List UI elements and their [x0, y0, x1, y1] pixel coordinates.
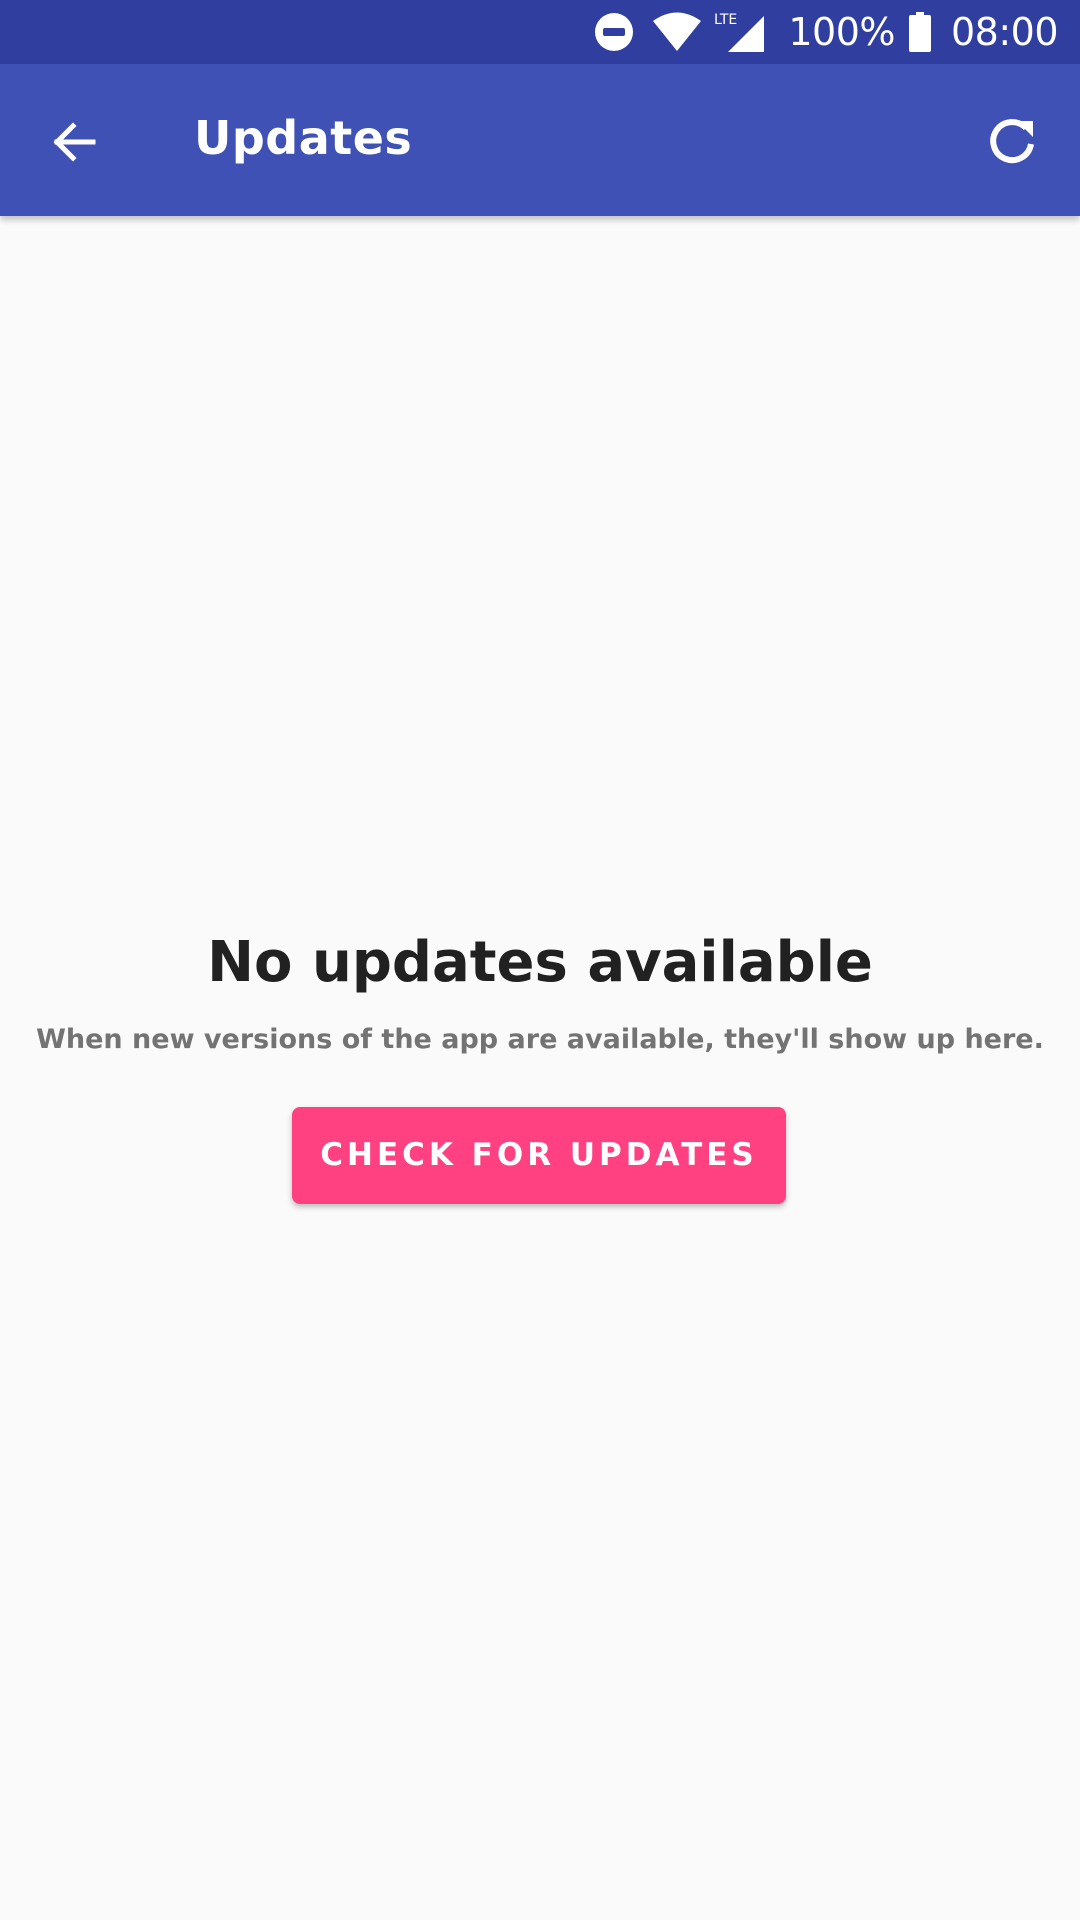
check-for-updates-button[interactable]: CHECK FOR UPDATES [292, 1107, 786, 1204]
page-title: Updates [194, 111, 413, 165]
battery-percent: 100% [788, 10, 895, 54]
arrow-back-icon [53, 122, 96, 162]
app-bar: Updates [0, 64, 1080, 216]
back-button[interactable] [36, 104, 112, 180]
status-icons: LTE 100% 08:00 [594, 0, 1059, 64]
empty-state: No updates available When new versions o… [0, 920, 1080, 1060]
refresh-button[interactable] [974, 102, 1050, 178]
clock: 08:00 [950, 10, 1059, 54]
lte-signal-icon: LTE [714, 12, 765, 52]
lte-label: LTE [714, 12, 737, 28]
do-not-disturb-icon [595, 13, 634, 51]
wifi-icon [653, 12, 702, 51]
battery-icon [908, 12, 931, 52]
refresh-icon [990, 119, 1034, 164]
empty-title: No updates available [207, 930, 873, 995]
status-bar: LTE 100% 08:00 [0, 0, 1080, 64]
empty-subtitle: When new versions of the app are availab… [36, 1024, 1044, 1055]
